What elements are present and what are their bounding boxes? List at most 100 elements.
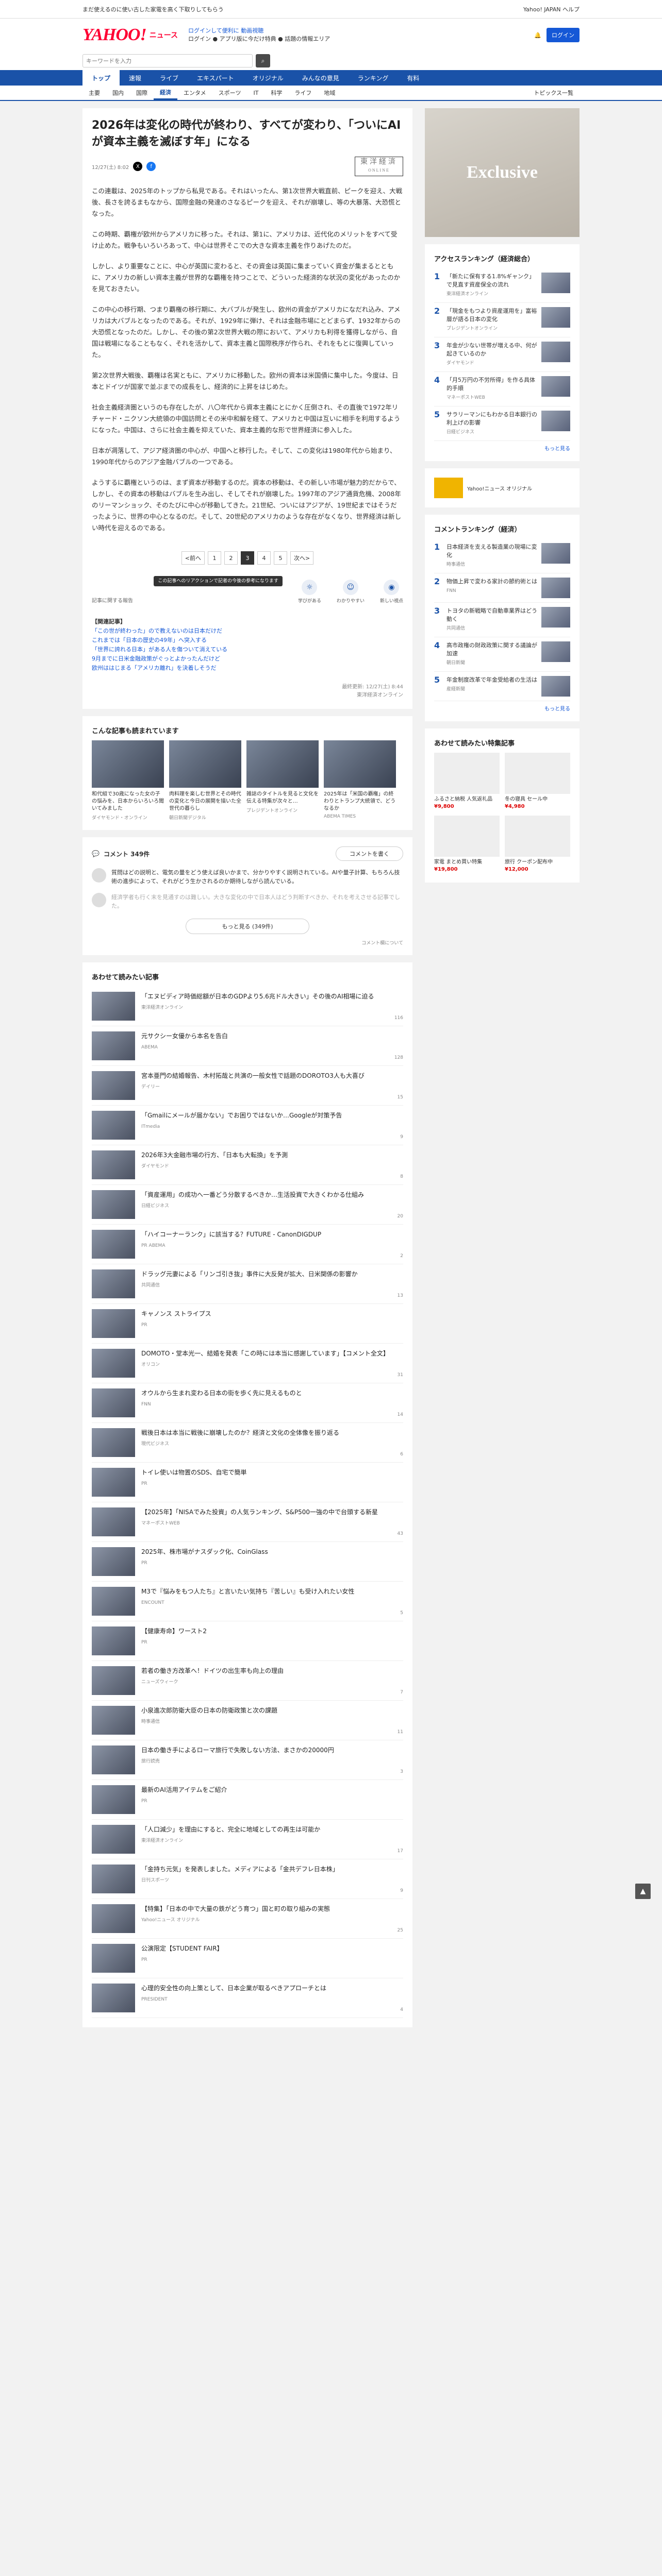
comment-policy-link[interactable]: コメント欄について <box>92 939 403 946</box>
page-link[interactable]: 2 <box>224 551 238 565</box>
header-link-1[interactable]: ログインして便利に 動画視聴 <box>188 27 534 35</box>
ranking-item[interactable]: 3 年金が少ない世帯が増える中、何が起きているのか ダイヤモンド <box>434 337 570 372</box>
category-tab[interactable]: ライフ <box>288 86 318 100</box>
more-comments-button[interactable]: もっと見る (349件) <box>186 919 309 934</box>
nav-item[interactable]: オリジナル <box>243 70 293 86</box>
publisher-logo[interactable]: 東洋経済 ONLINE <box>355 157 403 176</box>
feed-item[interactable]: 最新のAI活用アイテムをご紹介 PR <box>92 1780 403 1820</box>
login-button[interactable]: ログイン <box>547 28 580 42</box>
feed-item[interactable]: 宮本亜門の結婚報告、木村拓哉と共演の一般女性で話題のDOROTO3人も大喜び デイ… <box>92 1066 403 1106</box>
ranking-item[interactable]: 1 日本経済を支える製造業の現場に変化 時事通信 <box>434 539 570 573</box>
reaction-clear[interactable]: ☺ わかりやすい <box>337 580 365 604</box>
feed-item[interactable]: 「Gmailにメールが届かない」でお困りではないか…Googleが対策予告 ITm… <box>92 1106 403 1145</box>
feed-item[interactable]: ドラッグ元妻による「リンゴ引き抜」事件に大反発が拡大、日米関係の影響か 共同通信 1… <box>92 1264 403 1304</box>
nav-item[interactable]: エキスパート <box>188 70 243 86</box>
category-tab[interactable]: エンタメ <box>177 86 212 100</box>
nav-item[interactable]: みんなの意見 <box>293 70 349 86</box>
page-link[interactable]: 5 <box>274 551 287 565</box>
category-tab[interactable]: スポーツ <box>212 86 247 100</box>
related-link[interactable]: 9月までに日米金融政策がぐっとよかったんだけど <box>92 654 403 664</box>
source-name[interactable]: 東洋経済オンライン <box>92 691 403 700</box>
feed-item[interactable]: M3で『悩みをもつ人たち』と言いたい気持ち『苦しい』も受け入れたい女性 ENCOU… <box>92 1582 403 1621</box>
feed-item[interactable]: 心理的安全性の向上策として、日本企業が取るべきアプローチとは PRESIDENT 4 <box>92 1978 403 2018</box>
facebook-share-icon[interactable]: f <box>146 162 156 171</box>
ranking-item[interactable]: 4 高市政権の財政政策に関する議論が加速 朝日新聞 <box>434 637 570 672</box>
related-link[interactable]: 欧州ははじまる「アメリカ離れ」を決着しそうだ <box>92 664 403 673</box>
nav-item[interactable]: 速報 <box>120 70 151 86</box>
comment-rank-more-link[interactable]: もっと見る <box>434 704 570 712</box>
top-promo-link[interactable]: まだ使えるのに使い古した家電を高く下取りしてもらう <box>82 5 523 13</box>
feed-item[interactable]: 「資産運用」の成功へ一番どう分散するべきか…生活投資で大きくわかる仕組み 日経ビジ… <box>92 1185 403 1225</box>
header-link-2[interactable]: ログイン ● アプリ版に今だけ特典 ● 話題の情報エリア <box>188 35 534 43</box>
reaction-learn[interactable]: ☼ 学びがある <box>298 580 321 604</box>
feed-item[interactable]: 元サクシー女優から本名を告白 ABEMA 128 <box>92 1026 403 1066</box>
page-link[interactable]: 次へ> <box>290 551 314 565</box>
recommended-item[interactable]: 肉料理を楽しむ世界とその時代の変化と今日の展開を描いた全世代の暮らし 朝日新聞デジ… <box>169 740 241 821</box>
feed-item[interactable]: DOMOTO・堂本光一、結婚を発表「この時には本当に感謝しています」【コメント全… <box>92 1344 403 1383</box>
ranking-item[interactable]: 1 「新たに保有する1.8%ギャンク」で見直す資産保全の流れ 東洋経済オンライン <box>434 268 570 303</box>
side-ad[interactable]: Exclusive <box>425 108 580 237</box>
page-link[interactable]: 1 <box>208 551 221 565</box>
nav-item[interactable]: トップ <box>82 70 120 86</box>
shop-item[interactable]: 家電 まとめ買い特集 ¥19,800 <box>434 816 500 873</box>
feed-item[interactable]: 2026年3大金融市場の行方、「日本も大転換」を予測 ダイヤモンド 8 <box>92 1145 403 1185</box>
search-button[interactable]: ⌕ <box>256 54 270 67</box>
recommended-item[interactable]: 雑誌のタイトルを見ると文化を伝える特集が次々と… プレジデントオンライン <box>246 740 319 821</box>
write-comment-button[interactable]: コメントを書く <box>336 846 403 861</box>
feed-item[interactable]: 日本の働き手によるローマ旅行で失敗しない方法、まさかの20000円 旅行読売 3 <box>92 1740 403 1780</box>
ranking-item[interactable]: 2 「現金をもつより資産運用を」富裕層が語る日本の変化 プレジデントオンライン <box>434 303 570 337</box>
related-link[interactable]: これまでは「日本の歴史の49年」へ突入する <box>92 636 403 645</box>
shop-item[interactable]: 冬の寝具 セール中 ¥4,980 <box>505 753 570 810</box>
yahoo-logo[interactable]: YAHOO! <box>82 25 147 45</box>
feed-item[interactable]: 【特集】「日本の中で大量の鉄がどう育つ」国と町の取り組みの実態 Yahoo!ニュー… <box>92 1899 403 1939</box>
ranking-item[interactable]: 5 年金制度改革で年金受給者の生活は 産経新聞 <box>434 672 570 701</box>
category-tab[interactable]: 科学 <box>264 86 288 100</box>
feed-item[interactable]: 「エヌビディア時価総額が日本のGDPより5.6兆ドル大きい」その後のAI相場に迫… <box>92 987 403 1026</box>
news-section-label[interactable]: ニュース <box>150 30 178 40</box>
related-link[interactable]: 「この世が終わった」ので教えないのは日本だけだ <box>92 626 403 636</box>
nav-item[interactable]: ライブ <box>151 70 188 86</box>
category-tab[interactable]: 地域 <box>318 86 341 100</box>
feed-item[interactable]: 「人口減少」を理由にすると、完全に地域としての再生は可能か 東洋経済オンライン 17 <box>92 1820 403 1859</box>
topics-list-link[interactable]: トピックス一覧 <box>527 86 580 100</box>
feed-item[interactable]: トイレ使いは物置のSDS、自宅で簡単 PR <box>92 1463 403 1502</box>
top-help-links[interactable]: Yahoo! JAPAN ヘルプ <box>523 5 580 13</box>
feed-item[interactable]: 【健康寿命】ワースト2 PR <box>92 1621 403 1661</box>
back-to-top-button[interactable]: ▲ <box>635 1884 651 1899</box>
side-promo[interactable]: Yahoo!ニュース オリジナル <box>425 468 580 507</box>
feed-item[interactable]: 2025年、株市場がナスダック化、CoinGlass PR <box>92 1542 403 1582</box>
promo-banner[interactable]: Yahoo!ニュース オリジナル <box>434 478 570 498</box>
nav-item[interactable]: 有料 <box>398 70 428 86</box>
recommended-item[interactable]: 和代組で30歳になった女の子の悩みを、日本からいろいろ聞いてみました ダイヤモンド… <box>92 740 164 821</box>
feed-item[interactable]: 「ハイコーナーランク」に該当する？FUTURE - CanonDIGDUP PR … <box>92 1225 403 1264</box>
search-input[interactable] <box>86 57 249 64</box>
ranking-item[interactable]: 3 トヨタの新戦略で自動車業界はどう動く 共同通信 <box>434 603 570 637</box>
feed-item[interactable]: オウルから生まれ変わる日本の街を歩く先に見えるものと FNN 14 <box>92 1383 403 1423</box>
feed-item[interactable]: 「金持ち元気」を発表しました。メディアによる「金共デフレ日本株」 日刊スポーツ 9 <box>92 1859 403 1899</box>
bell-icon[interactable]: 🔔 <box>534 32 541 39</box>
shop-item[interactable]: 旅行 クーポン配布中 ¥12,000 <box>505 816 570 873</box>
ranking-item[interactable]: 2 物価上昇で変わる家計の節約術とは FNN <box>434 573 570 603</box>
category-tab[interactable]: 経済 <box>154 86 177 100</box>
feed-item[interactable]: 小泉進次郎防衛大臣の日本の防衛政策と次の課題 時事通信 11 <box>92 1701 403 1740</box>
ranking-item[interactable]: 5 サラリーマンにもわかる日本銀行の利上げの影響 日経ビジネス <box>434 406 570 441</box>
feed-item[interactable]: 【2025年】「NISAでみた投資」の人気ランキング、S&P500一強の中で台頭… <box>92 1502 403 1542</box>
recommended-item[interactable]: 2025年は「米国の覇権」の終わりとトランプ大統領で、どうなるか ABEMA TI… <box>324 740 396 821</box>
page-link[interactable]: 3 <box>241 551 254 565</box>
shop-item[interactable]: ふるさと納税 人気返礼品 ¥9,800 <box>434 753 500 810</box>
feed-item[interactable]: 戦後日本は本当に戦後に崩壊したのか？経済と文化の全体像を振り返る 現代ビジネス 6 <box>92 1423 403 1463</box>
feed-item[interactable]: 若者の働き方改革へ！ドイツの出生率も向上の理由 ニューズウィーク 7 <box>92 1661 403 1701</box>
page-link[interactable]: 4 <box>257 551 271 565</box>
feed-item[interactable]: 公演限定【STUDENT FAIR】 PR <box>92 1939 403 1978</box>
related-link[interactable]: 「世界に誇れる日本」がある人を傷ついて消えている <box>92 645 403 654</box>
reaction-new-view[interactable]: ◉ 新しい視点 <box>380 580 403 604</box>
category-tab[interactable]: 国内 <box>106 86 130 100</box>
category-tab[interactable]: 国際 <box>130 86 154 100</box>
x-share-icon[interactable]: X <box>133 162 143 171</box>
page-link[interactable]: <前へ <box>181 551 205 565</box>
report-link[interactable]: 記事に関する報告 <box>92 596 133 604</box>
category-tab[interactable]: IT <box>247 86 264 100</box>
ranking-item[interactable]: 4 「月5万円の不労所得」を作る具体的手順 マネーポストWEB <box>434 372 570 406</box>
category-tab[interactable]: 主要 <box>82 86 106 100</box>
nav-item[interactable]: ランキング <box>349 70 398 86</box>
